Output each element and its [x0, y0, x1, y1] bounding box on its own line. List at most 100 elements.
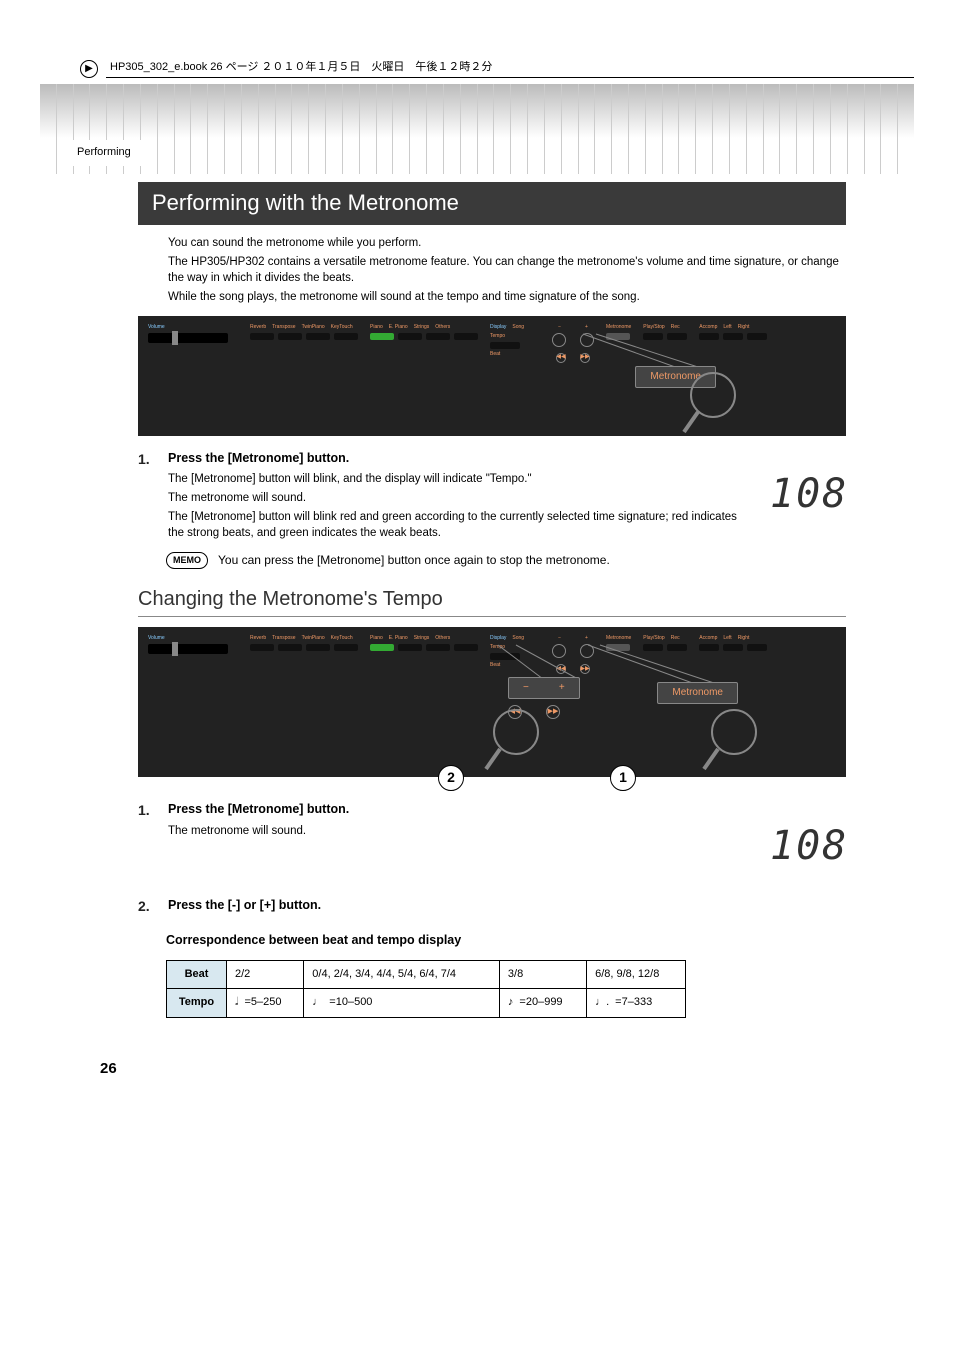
next-button-graphic: ▶▶: [580, 353, 590, 363]
svg-text:108: 108: [770, 471, 846, 515]
step-b2: 2. Press the [-] or [+] button.: [138, 897, 846, 919]
panel-label: Reverb: [250, 635, 266, 642]
header-arrow-icon: ▶: [80, 60, 98, 78]
minus-icon: −: [523, 681, 529, 695]
prev-button-graphic: ◀◀: [556, 353, 566, 363]
panel-label: Metronome: [606, 324, 631, 331]
half-note-icon: 𝅗𝅥: [235, 995, 239, 1010]
step-number: 2.: [138, 897, 156, 919]
panel-label: +: [585, 635, 588, 642]
step-title: Press the [Metronome] button.: [168, 801, 846, 819]
plus-button-graphic: [580, 333, 594, 347]
panel-label: Song: [512, 324, 524, 331]
quarter-note-icon: ♩: [312, 995, 323, 1010]
panel-label: Piano: [370, 635, 383, 642]
panel-label: Accomp: [699, 324, 717, 331]
panel-label: KeyTouch: [331, 324, 353, 331]
panel-label: Accomp: [699, 635, 717, 642]
display-108-graphic: 108: [766, 823, 846, 867]
volume-slider-graphic: [148, 644, 228, 654]
piano-keys-graphic: [40, 84, 914, 174]
page-header-bar: ▶ HP305_302_e.book 26 ページ ２０１０年１月５日 火曜日 …: [40, 60, 914, 78]
panel-label: Tempo: [490, 333, 505, 340]
step-text: The [Metronome] button will blink red an…: [168, 509, 846, 541]
panel-label: Display: [490, 324, 506, 331]
panel-label: Tempo: [490, 644, 505, 651]
table-cell: ♪=20–999: [499, 989, 586, 1017]
panel-label: Left: [723, 635, 731, 642]
next-button-graphic: ▶▶: [580, 664, 590, 674]
step-title: Press the [-] or [+] button.: [168, 897, 846, 915]
minus-button-graphic: [552, 644, 566, 658]
panel-label: Left: [723, 324, 731, 331]
table-cell: 3/8: [499, 960, 586, 988]
panel-label: +: [585, 324, 588, 331]
section-intro: You can sound the metronome while you pe…: [138, 235, 846, 305]
panel-label: Others: [435, 635, 450, 642]
callout-label: Metronome: [657, 682, 738, 704]
table-cell: 𝅗𝅥=5–250: [227, 989, 304, 1017]
panel-label: Play/Stop: [643, 324, 664, 331]
panel-label: Transpose: [272, 324, 295, 331]
panel-label: Volume: [148, 635, 165, 642]
table-title: Correspondence between beat and tempo di…: [166, 932, 846, 950]
control-panel-2: Volume Reverb Transpose TwinPiano KeyTou…: [138, 627, 846, 777]
minus-plus-callout: −+ ◀◀▶▶: [508, 677, 580, 719]
next-icon: ▶▶: [546, 705, 560, 719]
panel-label: −: [558, 635, 561, 642]
panel-label: Play/Stop: [643, 635, 664, 642]
table-cell: 2/2: [227, 960, 304, 988]
panel-label: Transpose: [272, 635, 295, 642]
panel-label: Rec: [671, 324, 680, 331]
step-text: The metronome will sound.: [168, 823, 846, 839]
panel-label: E. Piano: [389, 635, 408, 642]
panel-label: Right: [738, 635, 750, 642]
panel-label: Others: [435, 324, 450, 331]
table-cell: 0/4, 2/4, 3/4, 4/4, 5/4, 6/4, 7/4: [304, 960, 500, 988]
panel-label: −: [558, 324, 561, 331]
control-panel-1: Volume Reverb Transpose TwinPiano KeyTou…: [138, 316, 846, 436]
metronome-callout: Metronome: [635, 366, 716, 388]
metronome-button-graphic: [606, 644, 630, 651]
table-header-tempo: Tempo: [167, 989, 227, 1017]
panel-label: Strings: [414, 635, 430, 642]
section-tab: Performing: [66, 140, 142, 165]
panel-label: Reverb: [250, 324, 266, 331]
panel-label: KeyTouch: [331, 635, 353, 642]
metronome-button-graphic: [606, 333, 630, 340]
panel-label: Beat: [490, 662, 500, 669]
table-cell: 6/8, 9/8, 12/8: [587, 960, 686, 988]
step-text: The [Metronome] button will blink, and t…: [168, 471, 846, 487]
panel-label: Piano: [370, 324, 383, 331]
step-1: 1. Press the [Metronome] button. 108 The…: [138, 450, 846, 545]
subsection-title: Changing the Metronome's Tempo: [138, 585, 846, 617]
memo-text: You can press the [Metronome] button onc…: [218, 552, 610, 569]
eighth-note-icon: ♪: [508, 995, 514, 1010]
panel-label: Volume: [148, 324, 165, 331]
memo-badge: MEMO: [166, 552, 208, 569]
minus-button-graphic: [552, 333, 566, 347]
panel-label: TwinPiano: [302, 324, 325, 331]
panel-label: Right: [738, 324, 750, 331]
panel-label: Rec: [671, 635, 680, 642]
step-b1: 1. Press the [Metronome] button. 108 The…: [138, 801, 846, 867]
panel-label: E. Piano: [389, 324, 408, 331]
beat-tempo-table: Beat 2/2 0/4, 2/4, 3/4, 4/4, 5/4, 6/4, 7…: [166, 960, 686, 1018]
volume-slider-graphic: [148, 333, 228, 343]
step-number: 1.: [138, 450, 156, 545]
step-circle-1: 1: [610, 765, 636, 791]
table-row: Beat 2/2 0/4, 2/4, 3/4, 4/4, 5/4, 6/4, 7…: [167, 960, 686, 988]
memo-row: MEMO You can press the [Metronome] butto…: [166, 552, 846, 569]
metronome-callout-2: Metronome: [657, 682, 738, 704]
intro-line: You can sound the metronome while you pe…: [168, 235, 846, 251]
step-title: Press the [Metronome] button.: [168, 450, 846, 468]
prev-button-graphic: ◀◀: [556, 664, 566, 674]
svg-text:108: 108: [770, 823, 846, 867]
panel-label: TwinPiano: [302, 635, 325, 642]
panel-label: Display: [490, 635, 506, 642]
step-number: 1.: [138, 801, 156, 867]
magnifier-icon: [696, 707, 766, 777]
table-cell: ♩=10–500: [304, 989, 500, 1017]
prev-icon: ◀◀: [508, 705, 522, 719]
intro-line: The HP305/HP302 contains a versatile met…: [168, 254, 846, 286]
